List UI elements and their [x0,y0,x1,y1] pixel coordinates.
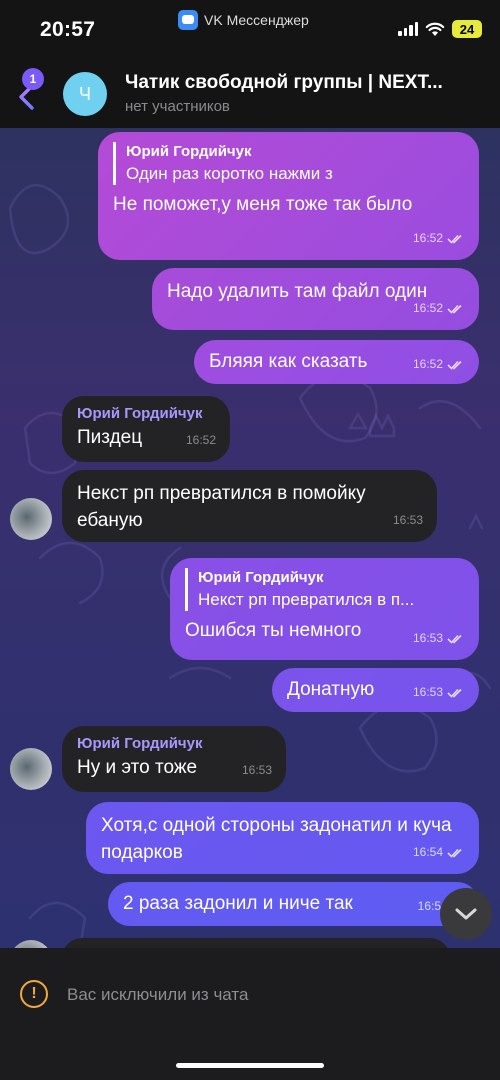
cellular-signal-icon [398,22,418,36]
warning-icon: ! [20,980,48,1008]
chat-avatar[interactable]: Ч [63,72,107,116]
message-meta: 16:53 [393,507,423,534]
status-app-indicator: VK Мессенджер [178,10,309,30]
status-bar: 20:57 VK Мессенджер 24 [0,0,500,58]
message-time: 16:52 [412,301,443,315]
incoming-message[interactable]: Юрий Гордийчук Ну и это тоже 16:53 [62,726,286,792]
message-meta: 16:53 [242,757,272,784]
message-time: 16:54 [412,845,443,859]
chevron-down-icon [455,908,477,920]
message-meta: 16:53 [413,679,465,706]
message-text: Не поможет,у меня тоже так было [113,194,413,215]
message-time: 16:5 [417,899,441,913]
vk-messenger-icon [178,10,198,30]
message-sender[interactable]: Юрий Гордийчук [77,734,271,754]
message-meta: 16:52 [186,427,216,454]
message-text: Некст рп превратился в помойку ебаную [77,483,366,531]
message-time: 16:52 [412,357,443,371]
outgoing-message[interactable]: Юрий Гордийчук Один раз коротко нажми з … [98,132,479,260]
outgoing-message[interactable]: Юрий Гордийчук Некст рп превратился в п.… [170,558,479,660]
read-checkmarks-icon [447,234,462,244]
chat-subtitle: нет участников [125,98,230,115]
reply-quote[interactable]: Юрий Гордийчук Некст рп превратился в п.… [185,568,464,611]
outgoing-message[interactable]: Хотя,с одной стороны задонатил и куча по… [86,802,479,874]
unread-count-badge[interactable]: 1 [22,68,44,90]
message-time: 16:53 [241,763,272,777]
message-meta: 16:5 [418,893,441,920]
message-list[interactable]: Юрий Гордийчук Один раз коротко нажми з … [0,128,500,948]
sender-avatar[interactable] [10,748,52,790]
reply-quote[interactable]: Юрий Гордийчук Один раз коротко нажми з [113,142,464,185]
status-app-name: VK Мессенджер [204,12,309,28]
message-text: Хотя,с одной стороны задонатил и куча по… [101,815,452,863]
battery-indicator: 24 [452,20,482,38]
outgoing-message[interactable]: Надо удалить там файл один 16:52 [152,268,479,330]
outgoing-message[interactable]: Бляяя как сказать 16:52 [194,340,479,384]
incoming-message[interactable]: Юрий Гордийчук Пиздец 16:52 [62,396,230,462]
outgoing-message[interactable]: 2 раза задонил и ниче так 16:5 [108,882,479,926]
message-meta: 16:53 [413,625,465,652]
message-time: 16:53 [412,685,443,699]
reply-quote-text: Один раз коротко нажми з [126,164,333,183]
reply-quote-text: Некст рп превратился в п... [198,590,415,609]
scroll-to-bottom-button[interactable] [440,888,492,940]
chat-footer: ! Вас исключили из чата [0,948,500,1080]
reply-quote-author: Юрий Гордийчук [198,569,324,586]
incoming-message[interactable] [62,938,450,948]
removed-from-chat-notice: Вас исключили из чата [67,985,249,1004]
message-time: 16:53 [392,513,423,527]
wifi-icon [425,22,445,36]
chat-title[interactable]: Чатик свободной группы | NEXT... [125,72,475,94]
message-meta: 16:54 [413,839,465,866]
read-checkmarks-icon [447,688,462,698]
home-indicator[interactable] [176,1063,324,1068]
chat-header: 1 Ч Чатик свободной группы | NEXT... нет… [0,58,500,128]
message-sender[interactable]: Юрий Гордийчук [77,404,215,424]
message-time: 16:52 [412,231,443,245]
read-checkmarks-icon [447,304,462,314]
status-time: 20:57 [40,18,96,41]
message-time: 16:52 [185,433,216,447]
message-text: 2 раза задонил и ниче так [123,893,353,914]
message-time: 16:53 [412,631,443,645]
reply-quote-author: Юрий Гордийчук [126,143,252,160]
message-meta: 16:52 [413,351,465,378]
sender-avatar[interactable] [10,498,52,540]
outgoing-message[interactable]: Донатную 16:53 [272,668,479,712]
message-meta: 16:52 [413,225,465,252]
read-checkmarks-icon [447,848,462,858]
read-checkmarks-icon [447,360,462,370]
message-meta: 16:52 [413,295,465,322]
incoming-message[interactable]: Некст рп превратился в помойку ебаную 16… [62,470,437,542]
system-icons: 24 [398,20,482,38]
read-checkmarks-icon [447,634,462,644]
